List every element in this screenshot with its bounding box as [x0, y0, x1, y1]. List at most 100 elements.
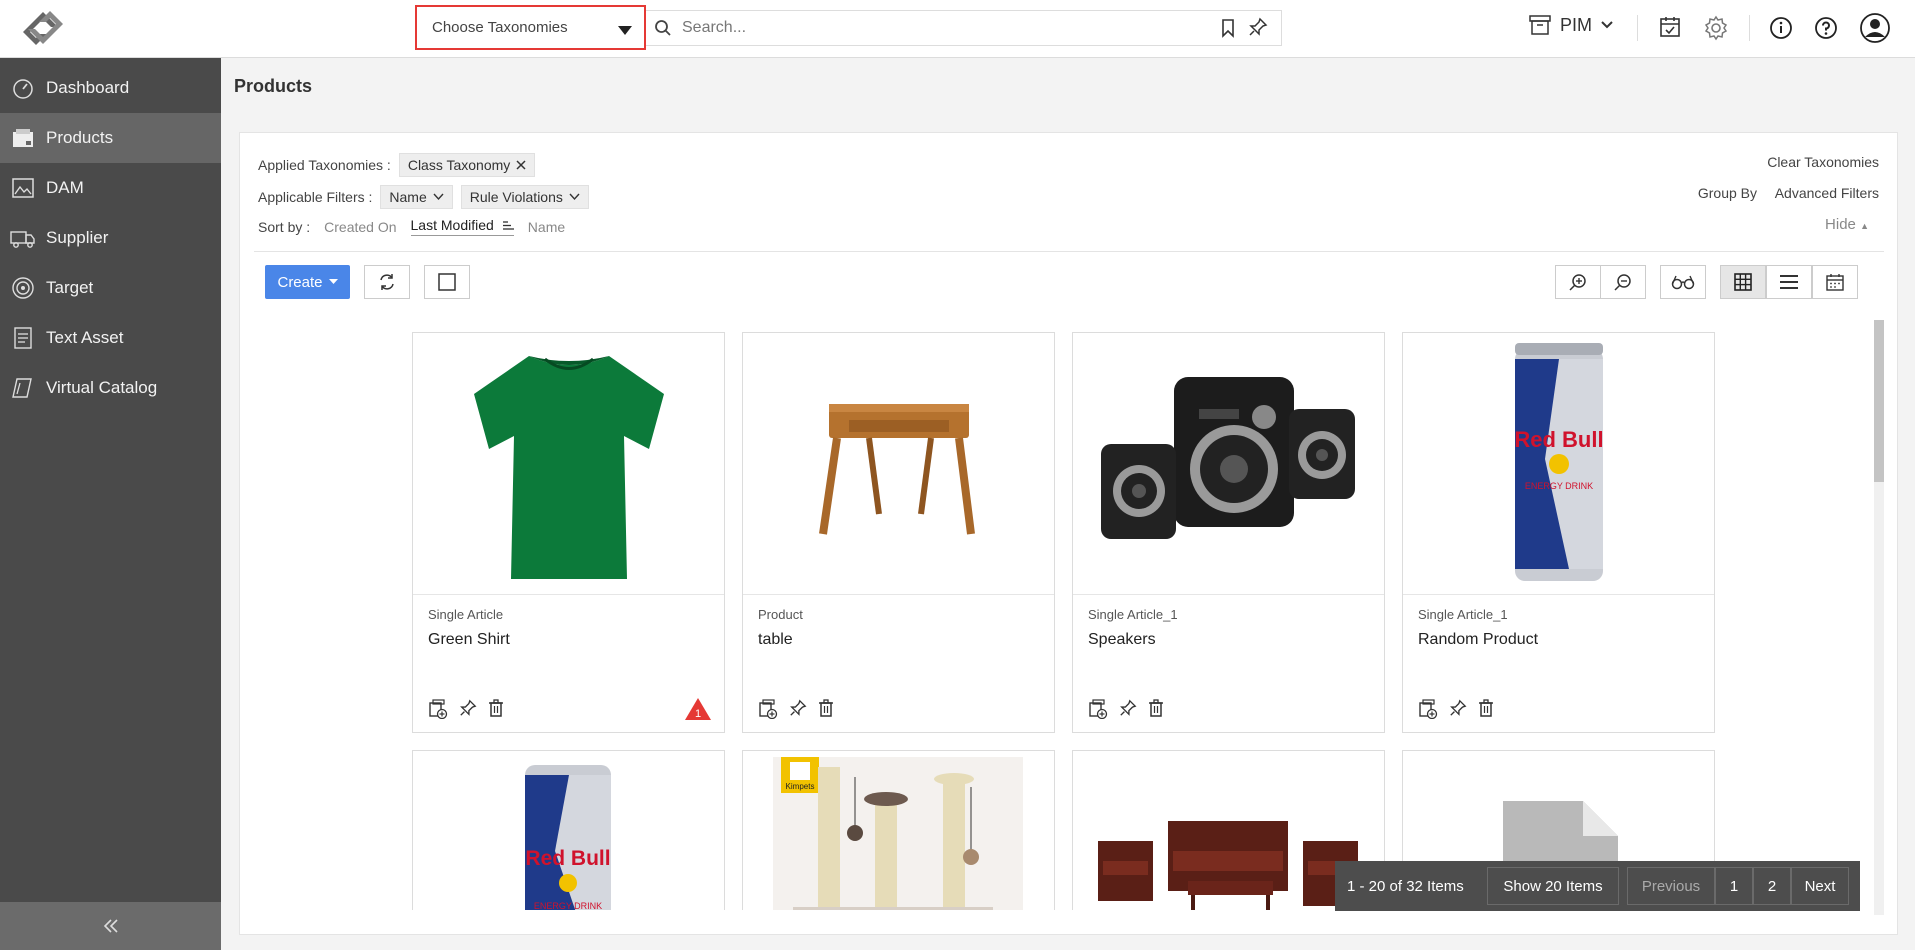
item-range-label: 1 - 20 of 32 Items	[1347, 877, 1464, 895]
gear-icon[interactable]	[1703, 15, 1729, 41]
product-type: Single Article_1	[1088, 607, 1178, 622]
applied-taxonomies-row: Applied Taxonomies : Class Taxonomy	[258, 153, 536, 177]
product-name[interactable]: Speakers	[1088, 631, 1156, 649]
sidebar-item-text-asset[interactable]: Text Asset	[0, 313, 221, 363]
card-actions	[758, 699, 834, 719]
add-to-collection-icon[interactable]	[428, 699, 448, 719]
product-name[interactable]: Random Product	[1418, 631, 1538, 649]
card-actions	[1418, 699, 1494, 719]
filter-chip-label: Name	[389, 189, 427, 205]
warning-badge[interactable]: 1	[684, 697, 712, 721]
sort-row: Sort by : Created On Last Modified Name	[258, 217, 565, 236]
select-all-checkbox[interactable]	[424, 265, 470, 299]
preview-button[interactable]	[1660, 265, 1706, 299]
add-to-collection-icon[interactable]	[1088, 699, 1108, 719]
add-to-collection-icon[interactable]	[758, 699, 778, 719]
page-2-button[interactable]: 2	[1753, 867, 1791, 905]
advanced-filters-link[interactable]: Advanced Filters	[1775, 185, 1879, 201]
trash-icon[interactable]	[488, 699, 504, 719]
sidebar-item-products[interactable]: Products	[0, 113, 221, 163]
filter-chip-rule-violations[interactable]: Rule Violations	[460, 185, 589, 209]
sidebar-item-label: Target	[46, 278, 94, 297]
next-page-button[interactable]: Next	[1791, 867, 1849, 905]
sidebar-item-virtual-catalog[interactable]: Virtual Catalog	[0, 363, 221, 413]
bookmark-icon[interactable]	[1220, 18, 1236, 38]
pin-icon[interactable]	[1449, 699, 1467, 719]
product-name[interactable]: table	[758, 631, 793, 649]
user-avatar-icon[interactable]	[1859, 12, 1891, 44]
pin-icon[interactable]	[459, 699, 477, 719]
search-input[interactable]	[682, 19, 1202, 37]
sort-name[interactable]: Name	[528, 219, 565, 235]
sort-created-on[interactable]: Created On	[324, 219, 396, 235]
sidebar-item-target[interactable]: Target	[0, 263, 221, 313]
pin-icon[interactable]	[1248, 17, 1268, 37]
module-switcher[interactable]: PIM	[1528, 14, 1614, 36]
sidebar-item-label: Supplier	[46, 228, 109, 247]
product-card[interactable]: Single Article_1 Speakers	[1072, 332, 1385, 733]
product-card[interactable]: Product table	[742, 332, 1055, 733]
grid-icon	[1734, 273, 1752, 291]
product-card[interactable]: Single Article Green Shirt 1	[412, 332, 725, 733]
grid-view-button[interactable]	[1720, 265, 1766, 299]
product-image-red-bull-can: Red Bull ENERGY DRINK	[1403, 333, 1714, 595]
module-label: PIM	[1560, 14, 1593, 35]
scrollbar-thumb[interactable]	[1874, 320, 1884, 482]
create-button-label: Create	[277, 273, 323, 291]
filter-chip-name[interactable]: Name	[380, 185, 453, 209]
taxonomy-chip-label: Class Taxonomy	[407, 157, 511, 173]
search-bar	[646, 10, 1282, 46]
product-card[interactable]: Red Bull ENERGY DRINK Single Article_1 R…	[1402, 332, 1715, 733]
sidebar-item-dam[interactable]: DAM	[0, 163, 221, 213]
top-bar: Choose Taxonomies PIM	[0, 0, 1915, 58]
pin-icon[interactable]	[789, 699, 807, 719]
list-view-button[interactable]	[1766, 265, 1812, 299]
taxonomy-select[interactable]: Choose Taxonomies	[415, 5, 646, 50]
document-icon	[10, 326, 36, 350]
taxonomy-chip[interactable]: Class Taxonomy	[398, 153, 536, 177]
refresh-button[interactable]	[364, 265, 410, 299]
sort-descending-icon	[502, 220, 514, 231]
app-logo[interactable]	[18, 8, 68, 48]
calendar-icon[interactable]	[1658, 15, 1682, 39]
product-card[interactable]: Kimpets	[742, 750, 1055, 910]
box-icon	[10, 126, 36, 150]
warning-count: 1	[695, 708, 701, 720]
pin-icon[interactable]	[1119, 699, 1137, 719]
group-by-link[interactable]: Group By	[1698, 185, 1757, 201]
zoom-in-button[interactable]	[1555, 265, 1601, 299]
zoom-out-button[interactable]	[1600, 265, 1646, 299]
create-button[interactable]: Create	[265, 265, 350, 299]
calendar-view-button[interactable]	[1812, 265, 1858, 299]
page-size-select[interactable]: Show 20 Items	[1487, 867, 1619, 905]
speedometer-icon	[10, 76, 36, 100]
sort-last-modified[interactable]: Last Modified	[410, 217, 514, 236]
previous-page-button[interactable]: Previous	[1627, 867, 1715, 905]
collapse-sidebar-button[interactable]	[0, 902, 221, 950]
card-actions	[428, 699, 504, 719]
sidebar-item-supplier[interactable]: Supplier	[0, 213, 221, 263]
sidebar-item-dashboard[interactable]: Dashboard	[0, 63, 221, 113]
sort-option-label: Last Modified	[410, 217, 494, 233]
trash-icon[interactable]	[1148, 699, 1164, 719]
sidebar-item-label: Products	[46, 128, 114, 147]
zoom-out-icon	[1613, 272, 1633, 292]
sidebar-item-label: Text Asset	[46, 328, 124, 347]
taxonomy-select-label: Choose Taxonomies	[432, 19, 568, 36]
product-name[interactable]: Green Shirt	[428, 631, 510, 649]
product-type: Single Article_1	[1418, 607, 1508, 622]
page-1-button[interactable]: 1	[1715, 867, 1753, 905]
trash-icon[interactable]	[1478, 699, 1494, 719]
vertical-scrollbar[interactable]	[1874, 320, 1884, 915]
product-card[interactable]: Red Bull ENERGY DRINK	[412, 750, 725, 910]
close-icon[interactable]	[516, 160, 526, 170]
clear-taxonomies-link[interactable]: Clear Taxonomies	[1767, 154, 1879, 170]
chevron-down-icon	[433, 193, 444, 201]
add-to-collection-icon[interactable]	[1418, 699, 1438, 719]
info-icon[interactable]	[1769, 16, 1793, 40]
hide-filters-link[interactable]: Hide ▲	[1825, 216, 1869, 233]
help-icon[interactable]	[1814, 16, 1838, 40]
caret-down-icon	[618, 26, 632, 35]
trash-icon[interactable]	[818, 699, 834, 719]
page-title: Products	[234, 76, 313, 96]
